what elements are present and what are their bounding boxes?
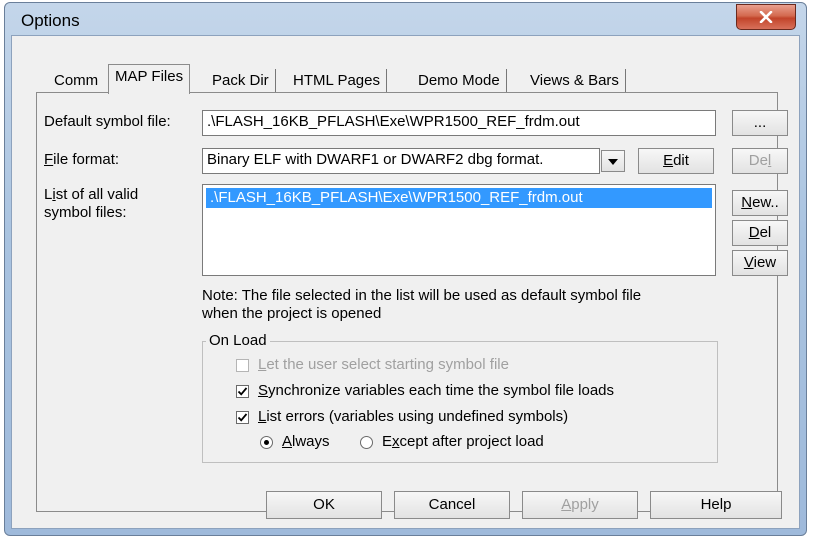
tab-html-pages[interactable]: HTML Pages [287,69,387,93]
radio-dot [264,440,269,445]
options-dialog: Options Comm MAP Files Pack Dir HTML Pag… [4,2,807,536]
always-label: Always [282,433,330,450]
symbol-list-label: List of all valid symbol files: [44,186,139,221]
close-icon [759,11,773,23]
sync-checkbox[interactable] [236,385,249,398]
list-errors-checkbox[interactable] [236,411,249,424]
new-button[interactable]: New.. [732,190,788,216]
on-load-title: On Load [206,332,270,349]
tab-pack-dir[interactable]: Pack Dir [206,69,276,93]
file-format-label: File format: [44,151,120,168]
del-button[interactable]: Del [732,220,788,246]
window-title: Options [21,11,80,30]
tab-views-bars[interactable]: Views & Bars [524,69,626,93]
list-item[interactable]: .\FLASH_16KB_PFLASH\Exe\WPR1500_REF_frdm… [206,188,712,208]
tab-demo-mode[interactable]: Demo Mode [412,69,507,93]
file-format-select[interactable]: Binary ELF with DWARF1 or DWARF2 dbg for… [202,148,600,174]
del-format-button[interactable]: Del [732,148,788,174]
default-symbol-label: Default symbol file: [44,113,171,130]
apply-button[interactable]: Apply [522,491,638,519]
except-label: Except after project load [382,433,544,450]
checkmark-icon [237,387,248,396]
edit-button[interactable]: Edit [638,148,714,174]
note-text: Note: The file selected in the list will… [202,287,642,322]
symbol-files-list[interactable]: .\FLASH_16KB_PFLASH\Exe\WPR1500_REF_frdm… [202,184,716,276]
browse-button[interactable]: ... [732,110,788,136]
let-user-checkbox[interactable] [236,359,249,372]
let-user-label: Let the user select starting symbol file [258,356,509,373]
ok-button[interactable]: OK [266,491,382,519]
always-radio[interactable] [260,436,273,449]
tab-comm[interactable]: Comm [48,69,104,93]
except-radio[interactable] [360,436,373,449]
sync-label: Synchronize variables each time the symb… [258,382,615,399]
cancel-button[interactable]: Cancel [394,491,510,519]
client-area: Comm MAP Files Pack Dir HTML Pages Demo … [11,35,800,529]
default-symbol-field[interactable]: .\FLASH_16KB_PFLASH\Exe\WPR1500_REF_frdm… [202,110,716,136]
checkmark-icon [237,413,248,422]
tab-map-files[interactable]: MAP Files [108,64,191,94]
close-button[interactable] [736,4,796,30]
file-format-dropdown-button[interactable] [601,150,625,172]
list-errors-label: List errors (variables using undefined s… [258,408,569,425]
view-button[interactable]: View [732,250,788,276]
file-format-value: Binary ELF with DWARF1 or DWARF2 dbg for… [207,151,544,168]
chevron-down-icon [608,159,618,165]
help-button[interactable]: Help [650,491,782,519]
